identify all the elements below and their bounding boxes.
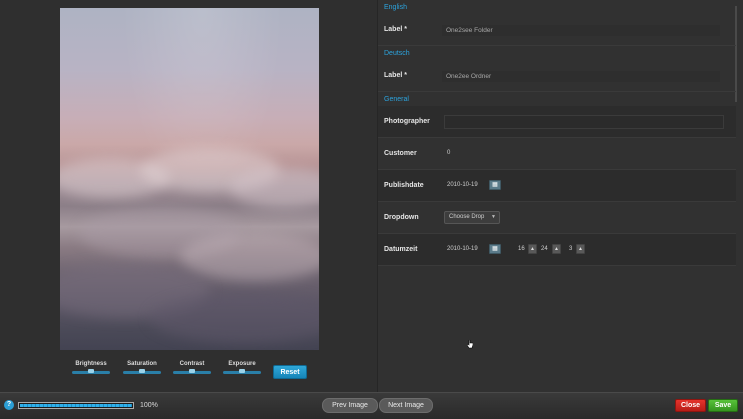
mouse-cursor-icon: [467, 340, 473, 349]
adjustment-controls: Brightness Saturation Contrast Exposure …: [68, 360, 328, 384]
row-customer: Customer 0: [378, 138, 736, 170]
saturation-slider[interactable]: [123, 369, 161, 374]
exposure-label: Exposure: [228, 361, 256, 367]
exposure-control: Exposure: [219, 360, 265, 374]
contrast-label: Contrast: [179, 361, 205, 367]
saturation-label: Saturation: [127, 361, 157, 367]
image-preview-pane: Brightness Saturation Contrast Exposure …: [0, 0, 377, 392]
calendar-icon[interactable]: ▦: [489, 244, 501, 254]
photographer-label: Photographer: [384, 118, 430, 125]
deutsch-label-caption: Label *: [384, 72, 407, 79]
dropdown-selected-value: Choose Drop: [449, 214, 485, 220]
second-value[interactable]: 3: [569, 246, 572, 252]
dropdown-select[interactable]: Choose Drop ▼: [444, 211, 500, 224]
photo-preview: [60, 8, 319, 350]
exposure-slider-handle[interactable]: [239, 369, 245, 373]
english-label-caption: Label *: [384, 26, 407, 33]
row-publishdate: Publishdate 2010-10-19 ▦: [378, 170, 736, 202]
deutsch-label-input[interactable]: One2ee Ordner: [442, 71, 720, 82]
contrast-slider[interactable]: [173, 369, 211, 374]
progress-fill: [20, 404, 132, 407]
close-button[interactable]: Close: [675, 399, 706, 412]
brightness-control: Brightness: [68, 360, 114, 374]
brightness-label: Brightness: [75, 361, 107, 367]
progress-bar: [18, 402, 134, 409]
section-deutsch: Deutsch: [384, 50, 410, 57]
metadata-form: English Label * One2see Folder Deutsch L…: [377, 0, 743, 392]
minute-stepper[interactable]: ▲: [552, 244, 561, 254]
row-photographer: Photographer: [378, 106, 736, 138]
section-general: General: [384, 96, 409, 103]
brightness-slider-handle[interactable]: [88, 369, 94, 373]
publishdate-value[interactable]: 2010-10-19: [447, 182, 478, 188]
calendar-icon[interactable]: ▦: [489, 180, 501, 190]
contrast-slider-handle[interactable]: [189, 369, 195, 373]
progress-percent-text: 100%: [140, 402, 158, 409]
help-icon[interactable]: ?: [4, 400, 14, 410]
next-image-button[interactable]: Next Image: [379, 398, 433, 413]
hour-value[interactable]: 16: [518, 246, 525, 252]
brightness-slider[interactable]: [72, 369, 110, 374]
publishdate-label: Publishdate: [384, 182, 424, 189]
reset-button[interactable]: Reset: [273, 365, 307, 379]
row-dropdown: Dropdown Choose Drop ▼: [378, 202, 736, 234]
customer-value[interactable]: 0: [447, 150, 450, 156]
row-deutsch-label: Label * One2ee Ordner: [378, 60, 736, 92]
row-datumzeit: Datumzeit 2010-10-19 ▦ 16 ▲ 24 ▲ 3 ▲: [378, 234, 736, 266]
bottom-toolbar: ? 100% Prev Image Next Image Close Save: [0, 392, 743, 419]
saturation-control: Saturation: [119, 360, 165, 374]
exposure-slider[interactable]: [223, 369, 261, 374]
datumzeit-date[interactable]: 2010-10-19: [447, 246, 478, 252]
hour-stepper[interactable]: ▲: [528, 244, 537, 254]
chevron-down-icon: ▼: [491, 214, 496, 220]
datumzeit-label: Datumzeit: [384, 246, 418, 253]
saturation-slider-handle[interactable]: [139, 369, 145, 373]
customer-label: Customer: [384, 150, 417, 157]
photographer-input[interactable]: [444, 115, 724, 129]
english-label-input[interactable]: One2see Folder: [442, 25, 720, 36]
section-english: English: [384, 4, 407, 11]
contrast-control: Contrast: [169, 360, 215, 374]
dropdown-label: Dropdown: [384, 214, 419, 221]
row-english-label: Label * One2see Folder: [378, 14, 736, 46]
image-editor-window: Brightness Saturation Contrast Exposure …: [0, 0, 743, 419]
second-stepper[interactable]: ▲: [576, 244, 585, 254]
save-button[interactable]: Save: [708, 399, 738, 412]
minute-value[interactable]: 24: [541, 246, 548, 252]
prev-image-button[interactable]: Prev Image: [322, 398, 378, 413]
